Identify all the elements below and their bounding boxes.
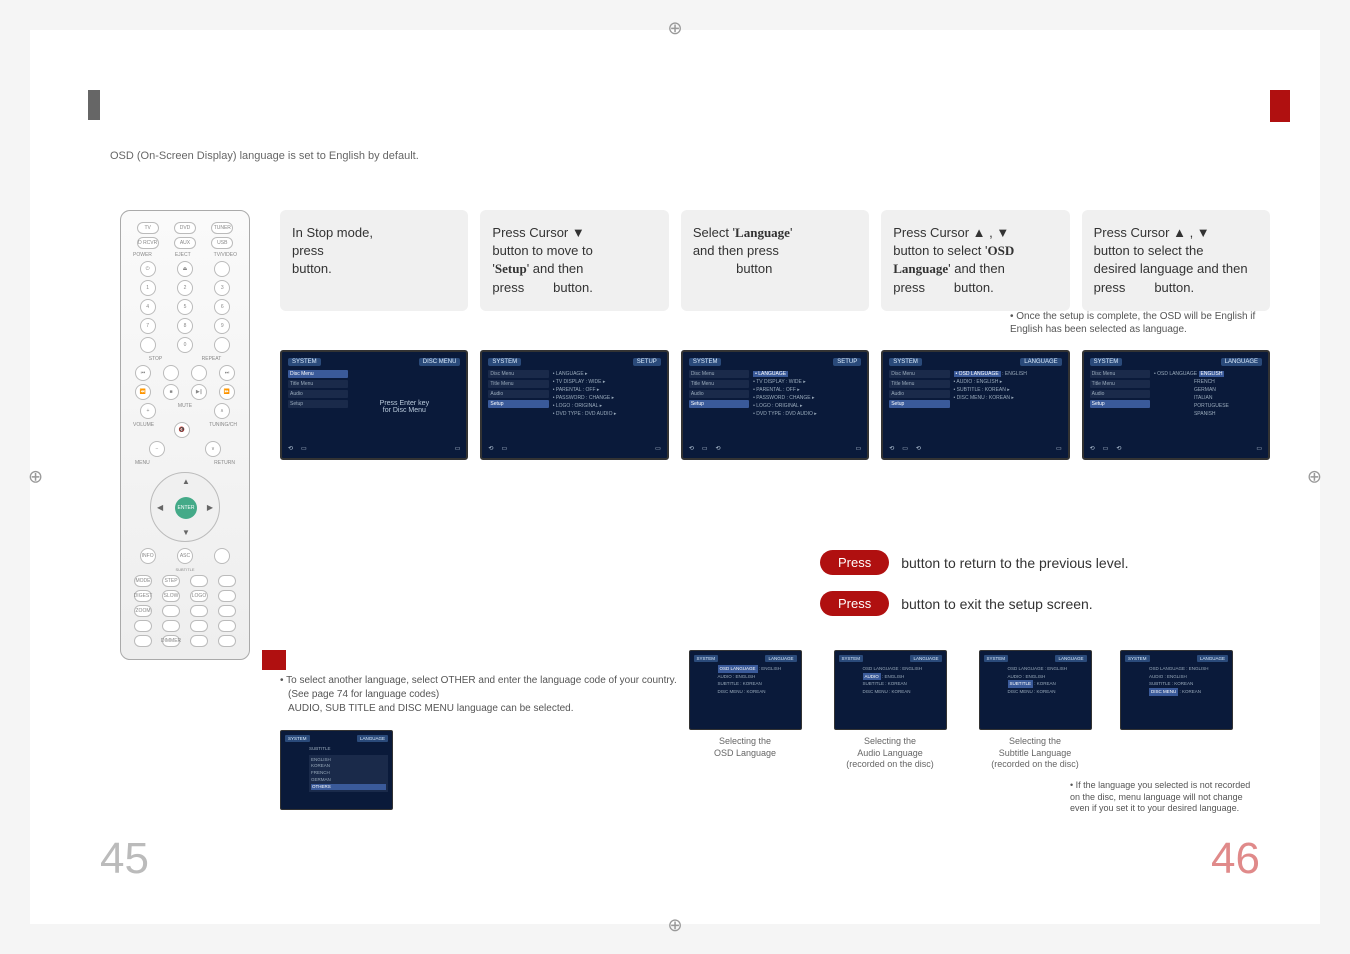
remote-btn-pl (214, 548, 230, 564)
power-icon: ⏻ (140, 261, 156, 277)
small-shot-group-2: SYSTEMLANGUAGEOSD LANGUAGE : ENGLISHAUDI… (975, 650, 1095, 771)
note-text: To select another language, select OTHER… (280, 674, 680, 716)
remote-btn-cancel (214, 337, 230, 353)
step-2: Press Cursor ▼ button to move to 'Setup'… (480, 210, 668, 311)
step-5: Press Cursor ▲ , ▼ button to select the … (1082, 210, 1270, 311)
osd-shot-2: SYSTEMSETUP Disc Menu Title Menu Audio S… (480, 350, 668, 460)
remote-btn-drcvr: D RCVR (137, 237, 159, 249)
left-page-tab (88, 90, 100, 120)
remote-btn-aux: AUX (174, 237, 196, 249)
remote-enter-button: ENTER (175, 497, 197, 519)
small-shot-caption: Selecting theSubtitle Language(recorded … (975, 736, 1095, 771)
remote-btn-remain (140, 337, 156, 353)
vol-down-icon: − (149, 441, 165, 457)
cursor-right-icon: ▶ (207, 503, 213, 512)
play-pause-icon: ▶∥ (191, 384, 207, 400)
small-dropdown-shot: SYSTEMLANGUAGE SUBTITLE ENGLISHKOREANFRE… (280, 730, 393, 810)
remote-btn-info: INFO (140, 548, 156, 564)
osd-shot-5: SYSTEMLANGUAGE Disc Menu Title Menu Audi… (1082, 350, 1270, 460)
rewind-icon: ⏪ (135, 384, 151, 400)
vol-up-icon: + (140, 403, 156, 419)
language-footnote: If the language you selected is not reco… (1070, 780, 1260, 815)
osd-screenshots-row: SYSTEMDISC MENU Disc Menu Title Menu Aud… (280, 350, 1270, 460)
ff-icon: ⏩ (219, 384, 235, 400)
small-shot-group-3: SYSTEMLANGUAGEOSD LANGUAGE : ENGLISHAUDI… (1120, 650, 1233, 730)
osd-shot-3: SYSTEMSETUP Disc Menu Title Menu Audio S… (681, 350, 869, 460)
small-shot-1: SYSTEMLANGUAGEOSD LANGUAGE : ENGLISHAUDI… (834, 650, 947, 730)
next-icon: ⏭ (219, 365, 235, 381)
osd-shot-1: SYSTEMDISC MENU Disc Menu Title Menu Aud… (280, 350, 468, 460)
remote-btn-dvd: DVD (174, 222, 196, 234)
ch-up-icon: ∧ (214, 403, 230, 419)
step-1: In Stop mode, press button. (280, 210, 468, 311)
stop-icon: ■ (163, 384, 179, 400)
cursor-down-icon: ▼ (182, 528, 190, 537)
small-shot-2: SYSTEMLANGUAGEOSD LANGUAGE : ENGLISHAUDI… (979, 650, 1092, 730)
small-shot-caption: Selecting theAudio Language(recorded on … (830, 736, 950, 771)
remote-label-power: POWER (133, 252, 152, 258)
prev-icon: ⏮ (135, 365, 151, 381)
remote-btn-usb: USB (211, 237, 233, 249)
right-page-tab (1270, 90, 1290, 122)
remote-label-eject: EJECT (175, 252, 191, 258)
crop-mark-icon: ⊕ (667, 915, 682, 936)
page-number-left: 45 (100, 834, 149, 884)
note-icon (262, 650, 286, 670)
remote-label-tvvideo: TV/VIDEO (214, 252, 237, 258)
small-shot-0: SYSTEMLANGUAGEOSD LANGUAGE : ENGLISHAUDI… (689, 650, 802, 730)
cursor-up-icon: ▲ (182, 477, 190, 486)
step-3: Select 'Language' and then press button (681, 210, 869, 311)
ch-down-icon: ∨ (205, 441, 221, 457)
remote-btn-tuner: TUNER (211, 222, 233, 234)
crop-mark-icon: ⊕ (28, 467, 43, 488)
completion-note: Once the setup is complete, the OSD will… (1010, 310, 1260, 336)
osd-setup-list: • LANGUAGE ▸• TV DISPLAY : WIDE ▸• PAREN… (549, 370, 661, 443)
intro-text: OSD (On-Screen Display) language is set … (110, 150, 419, 162)
cursor-left-icon: ◀ (157, 503, 163, 512)
remote-dpad: ▲ ▼ ◀ ▶ ENTER (150, 472, 220, 542)
press-pill-exit: Press (820, 591, 889, 616)
remote-btn-band: ⏏ (177, 261, 193, 277)
remote-btn-tvideo (214, 261, 230, 277)
crop-mark-icon: ⊕ (1307, 467, 1322, 488)
page-number-right: 46 (1211, 834, 1260, 884)
step-4: Press Cursor ▲ , ▼ button to select 'OSD… (881, 210, 1069, 311)
remote-btn-asc: ASC (177, 548, 193, 564)
small-shot-3: SYSTEMLANGUAGEOSD LANGUAGE : ENGLISHAUDI… (1120, 650, 1233, 730)
osd-shot-4: SYSTEMLANGUAGE Disc Menu Title Menu Audi… (881, 350, 1069, 460)
small-dropdown-shot-group: SYSTEMLANGUAGE SUBTITLE ENGLISHKOREANFRE… (280, 730, 393, 810)
small-shot-group-1: SYSTEMLANGUAGEOSD LANGUAGE : ENGLISHAUDI… (830, 650, 950, 771)
remote-btn-tv: TV (137, 222, 159, 234)
remote-control-illustration: TV DVD TUNER D RCVR AUX USB POWER EJECT … (120, 210, 250, 660)
manual-page-spread: OSD (On-Screen Display) language is set … (30, 30, 1320, 924)
press-pill-return: Press (820, 550, 889, 575)
instruction-steps-row: In Stop mode, press button. Press Cursor… (280, 210, 1270, 311)
small-shot-caption: Selecting theOSD Language (685, 736, 805, 759)
mute-icon: 🔇 (174, 422, 190, 438)
small-shot-group-0: SYSTEMLANGUAGEOSD LANGUAGE : ENGLISHAUDI… (685, 650, 805, 759)
crop-mark-icon: ⊕ (667, 18, 682, 39)
return-exit-instructions: Press button to return to the previous l… (820, 550, 1128, 632)
osd-menu-tabs: Disc Menu Title Menu Audio Setup (288, 370, 348, 443)
